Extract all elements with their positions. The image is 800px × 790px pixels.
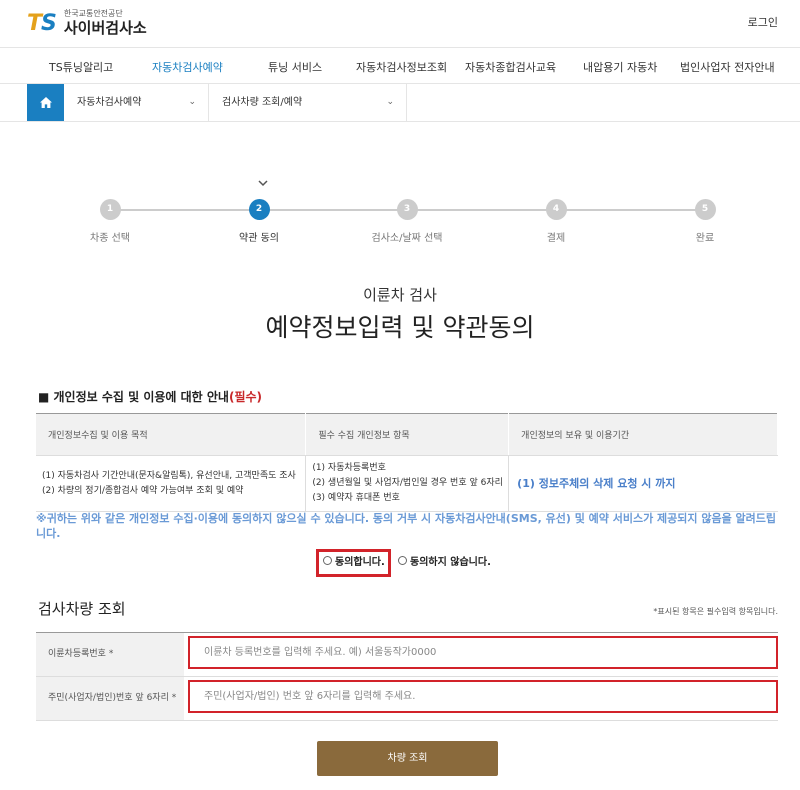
breadcrumb-level1[interactable]: 자동차검사예약 ⌄: [64, 84, 209, 121]
step-label: 약관 동의: [239, 233, 279, 244]
main-nav: TS튜닝알리고 자동차검사예약 튜닝 서비스 자동차검사정보조회 자동차종합검사…: [0, 48, 800, 84]
items-cell: (1) 자동차등록번호 (2) 생년월일 및 사업자/법인일 경우 번호 앞 6…: [305, 455, 510, 512]
query-section-title: 검사차량 조회: [38, 600, 126, 618]
step-label: 완료: [695, 233, 715, 244]
home-button[interactable]: [27, 84, 64, 121]
logo-org-name: 한국교통안전공단: [63, 9, 123, 18]
plate-label: 이륜차등록번호 *: [36, 633, 184, 676]
header-retention: 개인정보의 보유 및 이용기간: [508, 413, 778, 456]
nav-item-inspection-reservation[interactable]: 자동차검사예약: [152, 59, 223, 75]
home-icon: [39, 97, 52, 108]
step-4: 4 결제: [496, 196, 616, 244]
step-number: 2: [245, 196, 273, 223]
required-mark: (필수): [228, 390, 263, 404]
step-number: 4: [542, 196, 570, 223]
privacy-section-title: ■ 개인정보 수집 및 이용에 대한 안내(필수): [38, 388, 262, 405]
page-title: 예약정보입력 및 약관동의: [265, 313, 535, 342]
page-subtitle: 이륜차 검사: [363, 286, 437, 304]
nav-item-tuning-service[interactable]: 튜닝 서비스: [268, 59, 322, 75]
logo-mark-t: T: [27, 10, 42, 36]
step-number: 5: [691, 196, 719, 223]
id-number-input[interactable]: [188, 680, 778, 713]
ts-logo[interactable]: TS 한국교통안전공단 사이버검사소: [27, 9, 147, 37]
login-link[interactable]: 로그인: [748, 14, 778, 30]
query-form: 이륜차등록번호 * 주민(사업자/법인)번호 앞 6자리 *: [36, 632, 778, 721]
agree-radio[interactable]: 동의합니다.: [323, 553, 385, 568]
retention-cell: (1) 정보주체의 삭제 요청 시 까지: [508, 455, 778, 512]
chevron-down-icon: ⌄: [188, 97, 196, 107]
privacy-table-row: (1) 자동차검사 기간안내(문자&알림톡), 유선안내, 고객만족도 조사 (…: [36, 455, 778, 512]
logo-text: 한국교통안전공단 사이버검사소: [64, 9, 147, 37]
privacy-table-header-row: 개인정보수집 및 이용 목적 필수 수집 개인정보 항목 개인정보의 보유 및 …: [36, 413, 778, 456]
header-items: 필수 수집 개인정보 항목: [305, 413, 510, 456]
step-1: 1 차종 선택: [50, 196, 170, 244]
step-3: 3 검사소/날짜 선택: [347, 196, 467, 244]
radio-circle[interactable]: [323, 556, 332, 565]
privacy-table: 개인정보수집 및 이용 목적 필수 수집 개인정보 항목 개인정보의 보유 및 …: [36, 413, 778, 512]
item-line: (3) 예약자 휴대폰 번호: [312, 493, 400, 503]
id-label: 주민(사업자/법인)번호 앞 6자리 *: [36, 677, 184, 720]
step-label: 검사소/날짜 선택: [371, 233, 443, 244]
nav-item-tuning-alert[interactable]: TS튜닝알리고: [49, 59, 113, 75]
site-header: TS 한국교통안전공단 사이버검사소 로그인: [0, 0, 800, 48]
purpose-line: (1) 자동차검사 기간안내(문자&알림톡), 유선안내, 고객만족도 조사: [42, 470, 296, 481]
required-fields-note: *표시된 항목은 필수입력 항목입니다.: [653, 607, 778, 616]
nav-item-inspection-info[interactable]: 자동차검사정보조회: [356, 59, 447, 75]
item-line: (1) 자동차등록번호: [312, 463, 386, 473]
breadcrumb-level2-label: 검사차량 조회/예약: [222, 97, 303, 108]
breadcrumb-level1-label: 자동차검사예약: [77, 97, 142, 108]
step-number: 1: [96, 196, 124, 223]
purpose-line: (2) 차량의 정기/종합검사 예약 가능여부 조회 및 예약: [42, 485, 244, 496]
progress-steps: 1 차종 선택 2 약관 동의 3 검사소/날짜 선택 4 결제 5 완료: [0, 180, 800, 250]
purpose-cell: (1) 자동차검사 기간안내(문자&알림톡), 유선안내, 고객만족도 조사 (…: [36, 455, 307, 512]
nav-item-corporate-notice[interactable]: 법인사업자 전자안내: [680, 59, 775, 75]
disagree-radio[interactable]: 동의하지 않습니다.: [398, 553, 491, 568]
nav-item-pressure-vessel[interactable]: 내압용기 자동차: [583, 59, 657, 75]
header-purpose: 개인정보수집 및 이용 목적: [36, 413, 307, 456]
plate-number-input[interactable]: [188, 636, 778, 669]
privacy-title-text: ■ 개인정보 수집 및 이용에 대한 안내: [38, 390, 229, 404]
disagree-label: 동의하지 않습니다.: [410, 557, 491, 568]
breadcrumb-level2[interactable]: 검사차량 조회/예약 ⌄: [209, 84, 407, 121]
step-number: 3: [393, 196, 421, 223]
agree-label: 동의합니다.: [335, 557, 385, 568]
logo-site-name: 사이버검사소: [63, 19, 147, 37]
logo-mark: TS: [27, 10, 57, 36]
item-line: (2) 생년월일 및 사업자/법인일 경우 번호 앞 6자리: [312, 478, 503, 488]
chevron-down-icon: ⌄: [386, 97, 394, 107]
step-label: 결제: [546, 233, 566, 244]
radio-circle[interactable]: [398, 556, 407, 565]
step-label: 차종 선택: [90, 233, 130, 244]
step-5: 5 완료: [645, 196, 765, 244]
step-2: 2 약관 동의: [199, 196, 319, 244]
breadcrumb: 자동차검사예약 ⌄ 검사차량 조회/예약 ⌄: [0, 84, 800, 122]
vehicle-search-button[interactable]: 차량 조회: [317, 741, 498, 776]
plate-row: 이륜차등록번호 *: [36, 633, 778, 677]
nav-item-inspection-education[interactable]: 자동차종합검사교육: [465, 59, 556, 75]
logo-mark-s: S: [41, 10, 57, 36]
consent-notice: ※귀하는 위와 같은 개인정보 수집·이용에 동의하지 않으실 수 있습니다. …: [36, 512, 777, 540]
id-row: 주민(사업자/법인)번호 앞 6자리 *: [36, 677, 778, 721]
